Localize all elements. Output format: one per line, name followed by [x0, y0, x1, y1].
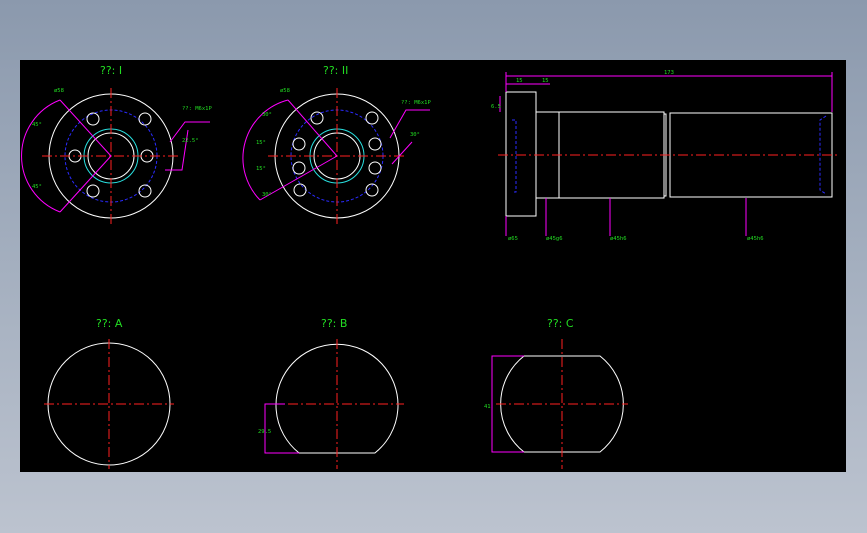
dim-angle: 15° [256, 166, 266, 172]
dim-diameter: ø58 [54, 88, 64, 94]
dim-angle: 45° [32, 122, 42, 128]
view-a-title: ??: A [96, 317, 123, 330]
dim-angle: 30° [262, 192, 272, 198]
angle-leader [165, 129, 189, 171]
bolt-hole [365, 111, 379, 125]
bolt-hole [310, 111, 324, 125]
cad-drawing: ??: I ø58 ??: M6x1P 45° 45° 22.5° ??: II [21, 64, 840, 469]
view-c: ??: C 41 [484, 317, 628, 469]
angle-dim-arc [21, 99, 61, 213]
dim-text-flat-width: 41 [484, 404, 491, 410]
bolt-hole [368, 137, 382, 151]
bolt-hole [86, 184, 100, 198]
dim-text-b: 15 [542, 78, 549, 84]
view-c-title: ??: C [547, 317, 574, 330]
dim-diameter: ø58 [280, 88, 290, 94]
view-1-title: ??: I [100, 64, 122, 77]
hidden-pocket [512, 119, 517, 193]
side-view: 173 15 15 6.5 ø65 ø45g6 ø45h6 ø45h6 [491, 70, 840, 242]
dim-text-total: 173 [664, 70, 674, 76]
dim-thread: ??: M6x1P [401, 100, 431, 106]
view-2: ??: II ø58 ??: M6x1P 30° 15° 15° 30° 30° [242, 64, 431, 224]
view-1: ??: I ø58 ??: M6x1P 45° 45° 22.5° [21, 64, 212, 224]
cad-viewport[interactable]: ??: I ø58 ??: M6x1P 45° 45° 22.5° ??: II [20, 60, 846, 472]
dim-text-a: 15 [516, 78, 523, 84]
dim-thread: ??: M6x1P [182, 106, 212, 112]
dim-leader [287, 99, 338, 157]
bolt-hole [292, 137, 306, 151]
view-b-title: ??: B [321, 317, 347, 330]
bolt-hole [368, 161, 382, 175]
dim-angle: 15° [256, 140, 266, 146]
dim-angle: 30° [262, 112, 272, 118]
bolt-hole [293, 183, 307, 197]
dim-text-dia2: ø45g6 [546, 236, 563, 242]
dim-angle: 30° [410, 132, 420, 138]
dim-text-height: 6.5 [491, 104, 501, 110]
dim-angle: 22.5° [182, 138, 199, 144]
bolt-hole [292, 161, 306, 175]
view-a: ??: A [44, 317, 174, 469]
angle-leader [391, 141, 413, 165]
dim-angle: 45° [32, 184, 42, 190]
dim-text-dia3: ø45h6 [610, 236, 627, 242]
bolt-hole [86, 112, 100, 126]
dim-text-flat: 29.5 [258, 429, 271, 435]
bolt-hole [138, 184, 152, 198]
dim-text-dia1: ø65 [508, 236, 518, 242]
view-2-title: ??: II [323, 64, 348, 77]
dim-text-dia4: ø45h6 [747, 236, 764, 242]
flange-profile [505, 91, 537, 217]
bolt-hole [138, 112, 152, 126]
view-b: ??: B 29.5 [258, 317, 404, 469]
